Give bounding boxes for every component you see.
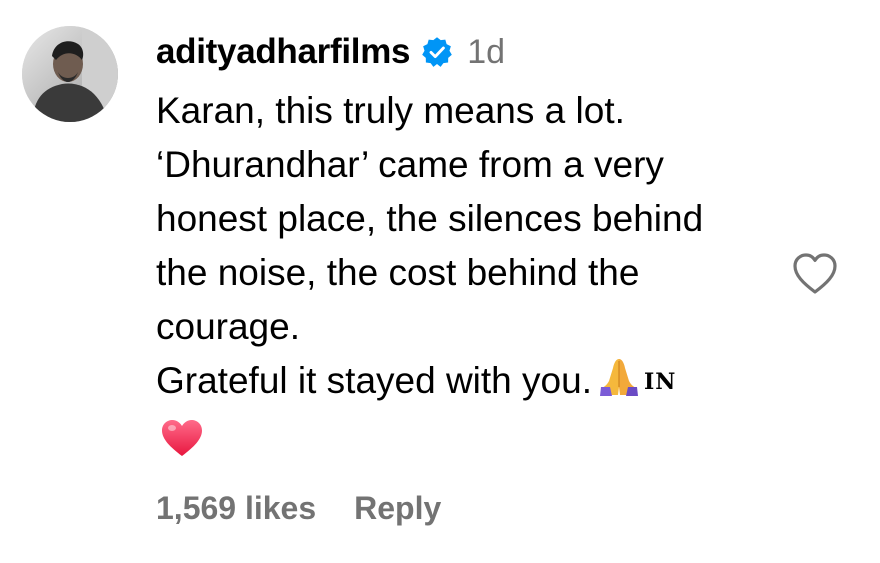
like-button[interactable] <box>792 252 838 296</box>
comment-content: adityadharfilms 1d Karan, this truly mea… <box>156 26 776 470</box>
comment-line: ‘Dhurandhar’ came from a very <box>156 144 664 185</box>
red-heart-emoji <box>160 418 204 463</box>
folded-hands-emoji <box>598 357 640 412</box>
comment-line-last: Grateful it stayed with you. IN <box>156 354 776 412</box>
username-link[interactable]: adityadharfilms <box>156 32 411 72</box>
flag-text: IN <box>643 369 677 395</box>
comment-text: Karan, this truly means a lot. ‘Dhurandh… <box>156 84 776 412</box>
reply-button[interactable]: Reply <box>354 490 441 527</box>
comment-line: honest place, the silences behind <box>156 198 704 239</box>
comment-line: courage. <box>156 306 300 347</box>
avatar[interactable] <box>22 26 118 122</box>
verified-badge-icon <box>421 36 453 68</box>
comment-meta: 1,569 likes Reply <box>156 490 441 527</box>
comment-timestamp[interactable]: 1d <box>467 33 505 72</box>
comment-line: Karan, this truly means a lot. <box>156 90 625 131</box>
reaction-row <box>156 412 776 470</box>
comment-line: Grateful it stayed with you. <box>156 360 592 401</box>
comment-line: the noise, the cost behind the <box>156 252 640 293</box>
comment-header: adityadharfilms 1d <box>156 26 776 78</box>
likes-count[interactable]: 1,569 likes <box>156 490 316 527</box>
heart-outline-icon <box>793 253 837 294</box>
profile-photo <box>22 26 118 122</box>
comment-item: adityadharfilms 1d Karan, this truly mea… <box>0 0 880 563</box>
